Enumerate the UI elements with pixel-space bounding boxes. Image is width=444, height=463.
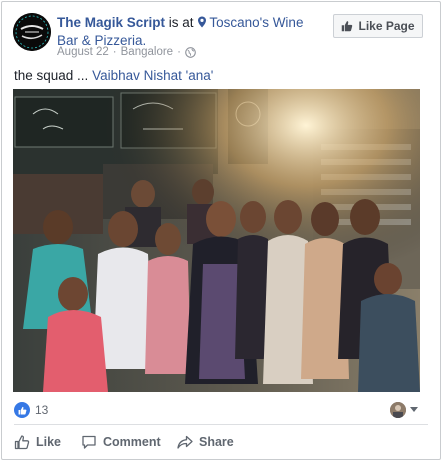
page-avatar[interactable]: [13, 13, 51, 51]
post-meta: August 22 · Bangalore ·: [57, 46, 196, 58]
actions-divider: [14, 424, 428, 425]
share-label: Share: [199, 435, 234, 449]
magik-script-logo: [13, 13, 51, 51]
post-as-selector[interactable]: [390, 402, 418, 418]
comment-label: Comment: [103, 435, 161, 449]
reaction-count: 13: [35, 403, 49, 417]
chevron-down-icon: [410, 407, 418, 412]
map-pin-icon: [198, 16, 207, 28]
post-actions-bar: Like Comment Share: [2, 429, 442, 457]
post-header-text: The Magik Script is at Toscano's Wine Ba…: [57, 14, 327, 50]
speech-bubble-icon: [82, 435, 96, 449]
post-photo[interactable]: [13, 89, 420, 392]
meta-separator: ·: [112, 46, 117, 58]
comment-button[interactable]: Comment: [81, 434, 161, 450]
caption-text: the squad ...: [14, 68, 93, 83]
like-page-label: Like Page: [358, 19, 415, 33]
page-name-link[interactable]: The Magik Script: [57, 15, 165, 30]
like-button[interactable]: Like: [14, 434, 61, 450]
like-reaction-icon: [14, 402, 30, 418]
tagged-people-link[interactable]: Vaibhav Nishat 'ana': [92, 68, 213, 83]
post-card: The Magik Script is at Toscano's Wine Ba…: [1, 1, 441, 460]
share-button[interactable]: Share: [177, 434, 234, 450]
reactions-summary[interactable]: 13: [14, 402, 48, 418]
thumbs-up-icon: [342, 21, 353, 32]
post-caption: the squad ... Vaibhav Nishat 'ana': [14, 68, 213, 83]
like-label: Like: [36, 435, 62, 449]
globe-icon[interactable]: [185, 46, 196, 58]
meta-separator: ·: [177, 46, 181, 58]
post-city[interactable]: Bangalore: [121, 46, 173, 58]
is-at-text: is at: [168, 15, 194, 30]
post-date[interactable]: August 22: [57, 46, 109, 58]
viewer-avatar: [390, 402, 406, 418]
like-page-button[interactable]: Like Page: [333, 14, 423, 38]
group-photo-image: [13, 89, 420, 392]
thumbs-up-icon: [18, 406, 26, 414]
thumbs-up-icon: [14, 435, 30, 450]
share-arrow-icon: [177, 435, 193, 449]
